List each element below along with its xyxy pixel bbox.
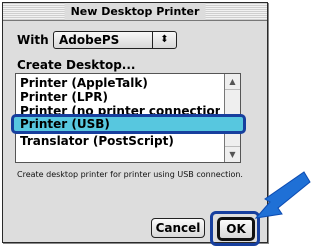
list-item-translator-postscript[interactable]: Translator (PostScript) [20,134,220,149]
up-down-arrows-icon: ⬍ [152,32,176,48]
new-desktop-printer-dialog: New Desktop Printer With AdobePS ⬍ Creat… [2,2,268,246]
list-item-printer-lpr[interactable]: Printer (LPR) [20,90,220,105]
create-desktop-label: Create Desktop... [17,58,136,72]
printer-driver-value: AdobePS [59,33,120,47]
with-label: With [17,33,49,47]
scroll-down-arrow-icon[interactable]: ▼ [225,146,240,162]
cancel-button[interactable]: Cancel [151,218,205,238]
selection-description: Create desktop printer for printer using… [17,170,243,179]
printer-setup-screen: New Desktop Printer With AdobePS ⬍ Creat… [0,0,323,248]
ok-button[interactable]: OK [217,217,255,241]
list-item-printer-appletalk[interactable]: Printer (AppleTalk) [20,76,220,91]
selected-printer-usb-item[interactable]: Printer (USB) [11,114,246,134]
blue-pointer-arrow-icon [254,171,311,219]
printer-driver-popup[interactable]: AdobePS ⬍ [53,31,177,49]
dialog-title: New Desktop Printer [64,3,206,20]
scroll-up-arrow-icon[interactable]: ▲ [225,74,240,90]
dialog-titlebar[interactable]: New Desktop Printer [3,3,267,21]
